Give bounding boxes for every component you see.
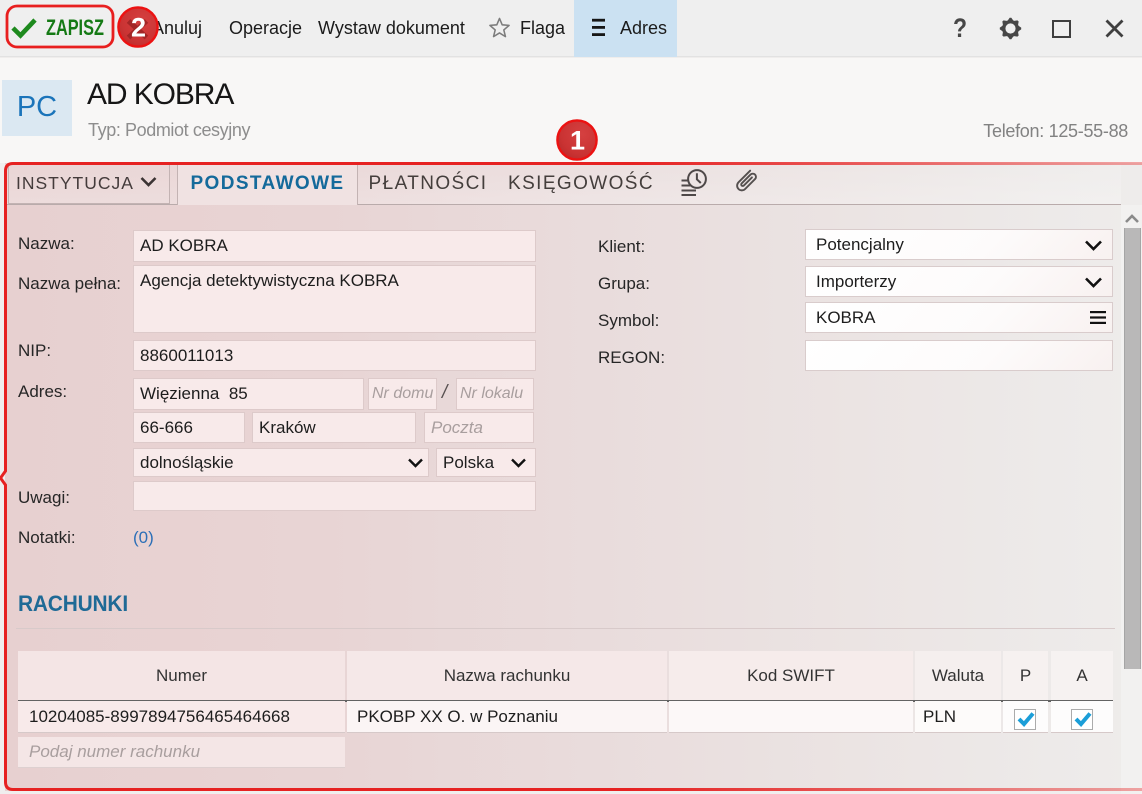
svg-text:1: 1 — [570, 126, 585, 156]
svg-text:2: 2 — [131, 13, 146, 43]
